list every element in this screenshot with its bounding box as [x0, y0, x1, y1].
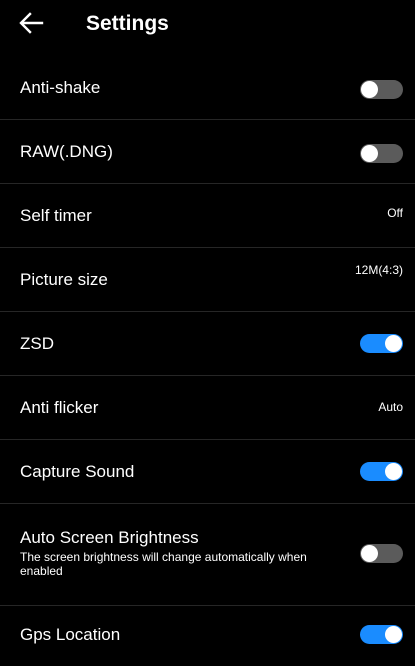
toggle-knob — [385, 463, 402, 480]
page-title: Settings — [86, 12, 169, 35]
setting-label: Picture size — [20, 270, 108, 289]
setting-label: ZSD — [20, 334, 54, 353]
toggle-knob — [385, 335, 402, 352]
setting-self-timer[interactable]: Self timer Off — [0, 184, 415, 248]
setting-anti-shake[interactable]: Anti-shake — [0, 56, 415, 120]
setting-label: Capture Sound — [20, 462, 135, 481]
setting-raw-dng[interactable]: RAW(.DNG) — [0, 120, 415, 184]
gps-location-toggle[interactable] — [360, 625, 403, 644]
setting-picture-size[interactable]: Picture size 12M(4:3) — [0, 248, 415, 312]
setting-label: Auto Screen Brightness — [20, 528, 199, 547]
setting-label: Anti-shake — [20, 78, 101, 97]
raw-dng-toggle[interactable] — [360, 144, 403, 163]
arrow-left-icon — [19, 12, 44, 34]
app-header: Settings — [0, 0, 415, 52]
capture-sound-toggle[interactable] — [360, 462, 403, 481]
setting-label: Self timer — [20, 206, 92, 225]
self-timer-value: Off — [387, 206, 403, 220]
setting-auto-screen-brightness[interactable]: Auto Screen Brightness The screen bright… — [0, 504, 415, 606]
zsd-toggle[interactable] — [360, 334, 403, 353]
picture-size-value: 12M(4:3) — [354, 263, 403, 277]
setting-label: RAW(.DNG) — [20, 142, 113, 161]
setting-label: Anti flicker — [20, 398, 99, 417]
setting-description: The screen brightness will change automa… — [20, 550, 307, 578]
setting-anti-flicker[interactable]: Anti flicker Auto — [0, 376, 415, 440]
toggle-knob — [361, 545, 378, 562]
toggle-knob — [361, 145, 378, 162]
auto-screen-brightness-toggle[interactable] — [360, 544, 403, 563]
setting-zsd[interactable]: ZSD — [0, 312, 415, 376]
setting-gps-location[interactable]: Gps Location — [0, 606, 415, 666]
setting-label: Gps Location — [20, 625, 121, 644]
anti-flicker-value: Auto — [378, 400, 403, 414]
toggle-knob — [361, 81, 378, 98]
toggle-knob — [385, 626, 402, 643]
setting-capture-sound[interactable]: Capture Sound — [0, 440, 415, 504]
back-button[interactable] — [14, 6, 48, 40]
anti-shake-toggle[interactable] — [360, 80, 403, 99]
